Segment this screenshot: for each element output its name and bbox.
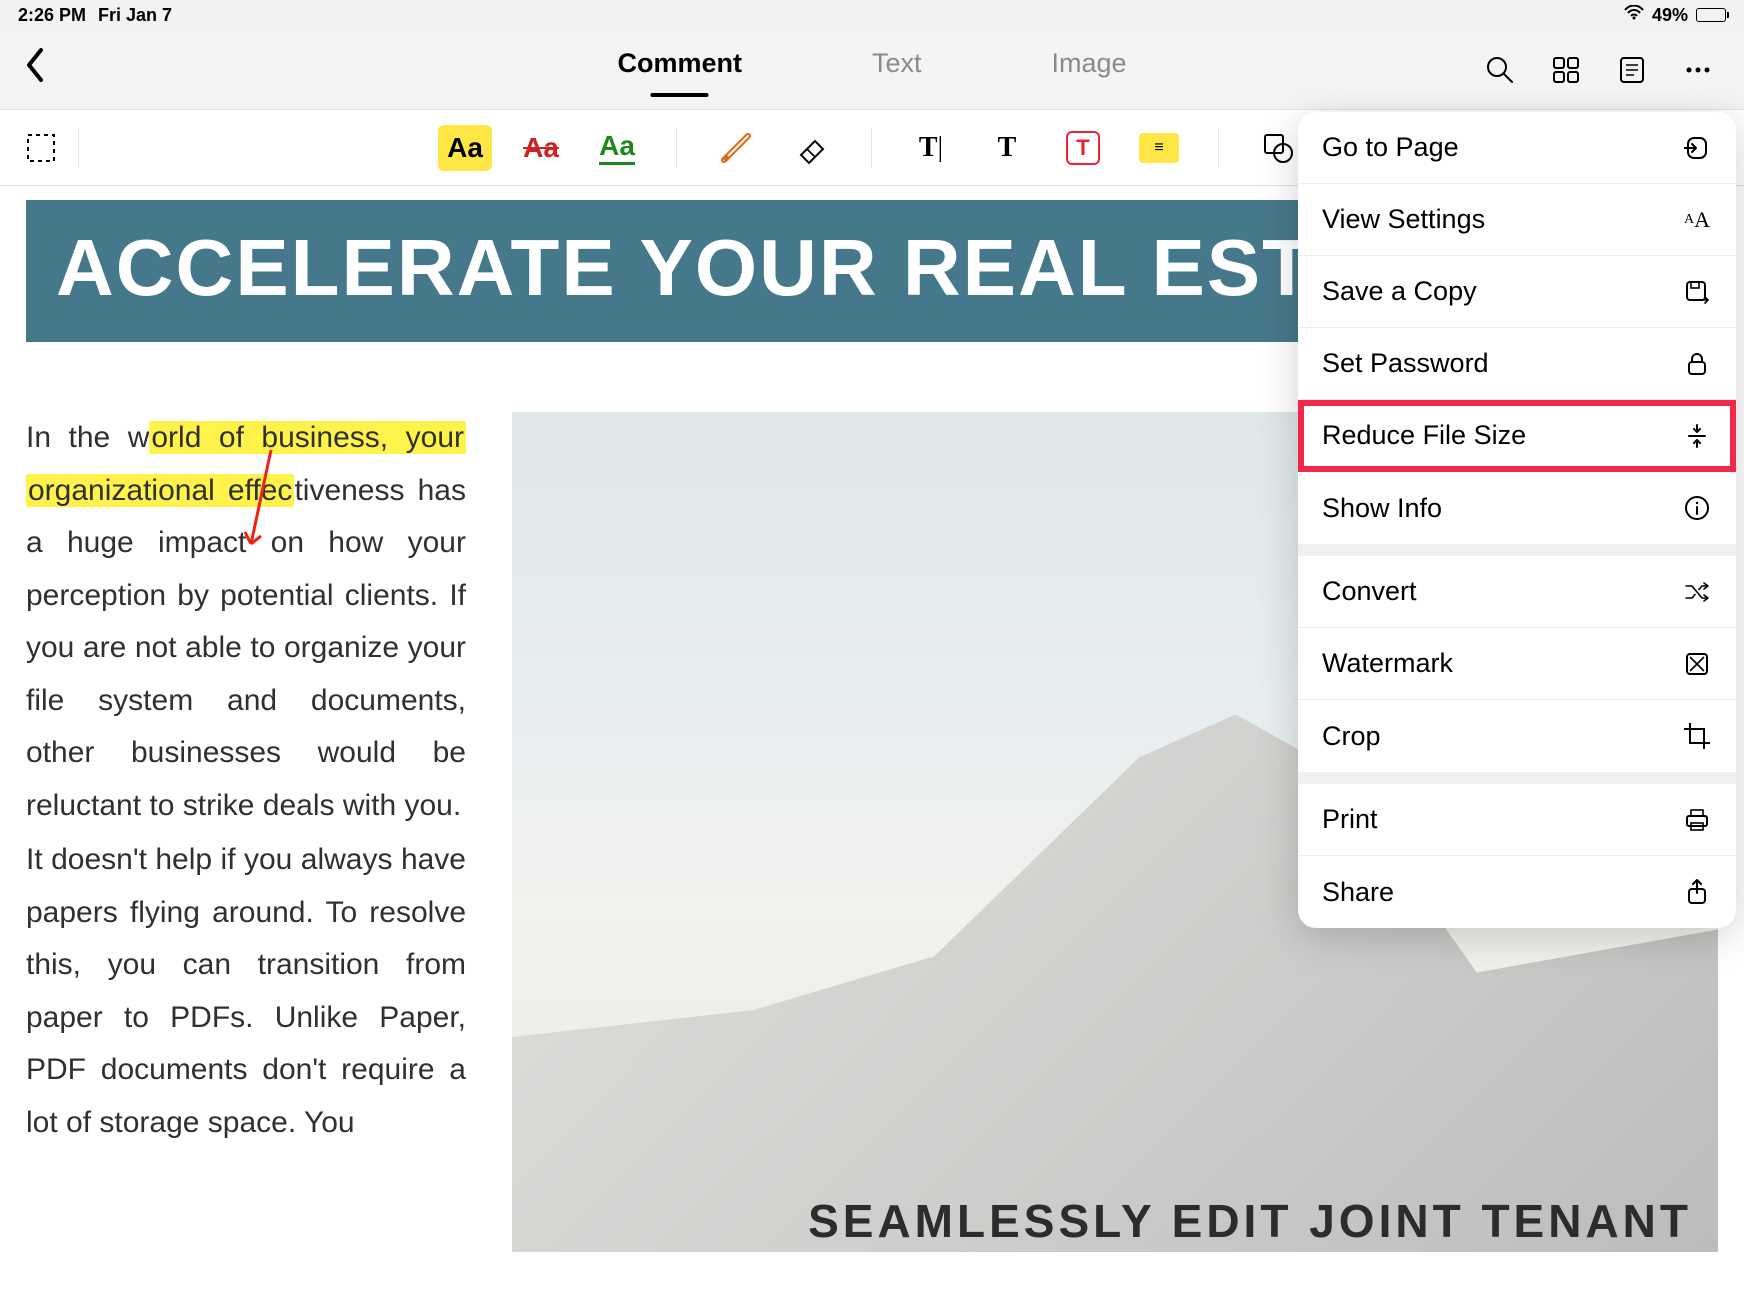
tab-image[interactable]: Image: [1052, 48, 1127, 91]
menu-reduce-file-size[interactable]: Reduce File Size: [1298, 400, 1736, 472]
menu-show-info[interactable]: Show Info: [1298, 472, 1736, 544]
menu-share[interactable]: Share: [1298, 856, 1736, 928]
shuffle-icon: [1682, 577, 1712, 607]
go-to-page-icon: [1682, 133, 1712, 163]
more-menu: Go to Page View Settings AA Save a Copy …: [1298, 112, 1736, 928]
wifi-icon: [1624, 5, 1644, 26]
battery-percent: 49%: [1652, 5, 1688, 26]
menu-view-settings[interactable]: View Settings AA: [1298, 184, 1736, 256]
status-bar: 2:26 PM Fri Jan 7 49%: [0, 0, 1744, 30]
menu-print[interactable]: Print: [1298, 784, 1736, 856]
menu-item-label: Reduce File Size: [1322, 420, 1526, 451]
text-cursor-tool[interactable]: T|: [904, 125, 958, 171]
sticky-note-tool[interactable]: ≡: [1132, 125, 1186, 171]
crop-icon: [1682, 721, 1712, 751]
save-icon: [1682, 277, 1712, 307]
document-text-column: In the world of business, your organizat…: [26, 412, 466, 1252]
separator: [78, 128, 79, 168]
tab-comment[interactable]: Comment: [617, 48, 742, 91]
menu-set-password[interactable]: Set Password: [1298, 328, 1736, 400]
outline-button[interactable]: [1614, 52, 1650, 88]
menu-item-label: Set Password: [1322, 348, 1489, 379]
more-button[interactable]: [1680, 52, 1716, 88]
selection-tool[interactable]: [14, 125, 68, 171]
lock-icon: [1682, 349, 1712, 379]
menu-item-label: Save a Copy: [1322, 276, 1477, 307]
top-nav: Comment Text Image: [0, 30, 1744, 110]
separator: [871, 128, 872, 168]
info-icon: [1682, 493, 1712, 523]
grid-view-button[interactable]: [1548, 52, 1584, 88]
highlight-span: orld of business, your: [149, 421, 466, 454]
print-icon: [1682, 805, 1712, 835]
menu-item-label: Share: [1322, 877, 1394, 908]
highlight-span: organizational effec: [26, 474, 294, 507]
underline-tool[interactable]: Aa: [590, 125, 644, 171]
menu-item-label: Convert: [1322, 576, 1417, 607]
menu-item-label: Show Info: [1322, 493, 1442, 524]
menu-item-label: Print: [1322, 804, 1378, 835]
text-tool[interactable]: T: [980, 125, 1034, 171]
menu-item-label: Watermark: [1322, 648, 1453, 679]
text-size-icon: AA: [1682, 205, 1712, 235]
shape-tool[interactable]: [1251, 125, 1305, 171]
share-icon: [1682, 877, 1712, 907]
text-box-tool[interactable]: T: [1056, 125, 1110, 171]
menu-watermark[interactable]: Watermark: [1298, 628, 1736, 700]
menu-crop[interactable]: Crop: [1298, 700, 1736, 772]
watermark-icon: [1682, 649, 1712, 679]
menu-go-to-page[interactable]: Go to Page: [1298, 112, 1736, 184]
document-footer-text: SEAMLESSLY EDIT JOINT TENANT: [808, 1194, 1692, 1248]
pen-tool[interactable]: [709, 125, 763, 171]
menu-item-label: View Settings: [1322, 204, 1485, 235]
back-button[interactable]: [0, 46, 70, 93]
separator: [1218, 128, 1219, 168]
compress-icon: [1682, 421, 1712, 451]
battery-icon: [1696, 8, 1726, 22]
menu-item-label: Go to Page: [1322, 132, 1459, 163]
search-button[interactable]: [1482, 52, 1518, 88]
eraser-tool[interactable]: [785, 125, 839, 171]
menu-convert[interactable]: Convert: [1298, 556, 1736, 628]
status-date: Fri Jan 7: [98, 5, 172, 26]
menu-item-label: Crop: [1322, 721, 1381, 752]
separator: [676, 128, 677, 168]
menu-save-copy[interactable]: Save a Copy: [1298, 256, 1736, 328]
document-paragraph: It doesn't help if you always have paper…: [26, 834, 466, 1149]
status-time: 2:26 PM: [18, 5, 86, 26]
highlight-tool[interactable]: Aa: [438, 125, 492, 171]
tab-text[interactable]: Text: [872, 48, 922, 91]
strikethrough-tool[interactable]: Aa: [514, 125, 568, 171]
